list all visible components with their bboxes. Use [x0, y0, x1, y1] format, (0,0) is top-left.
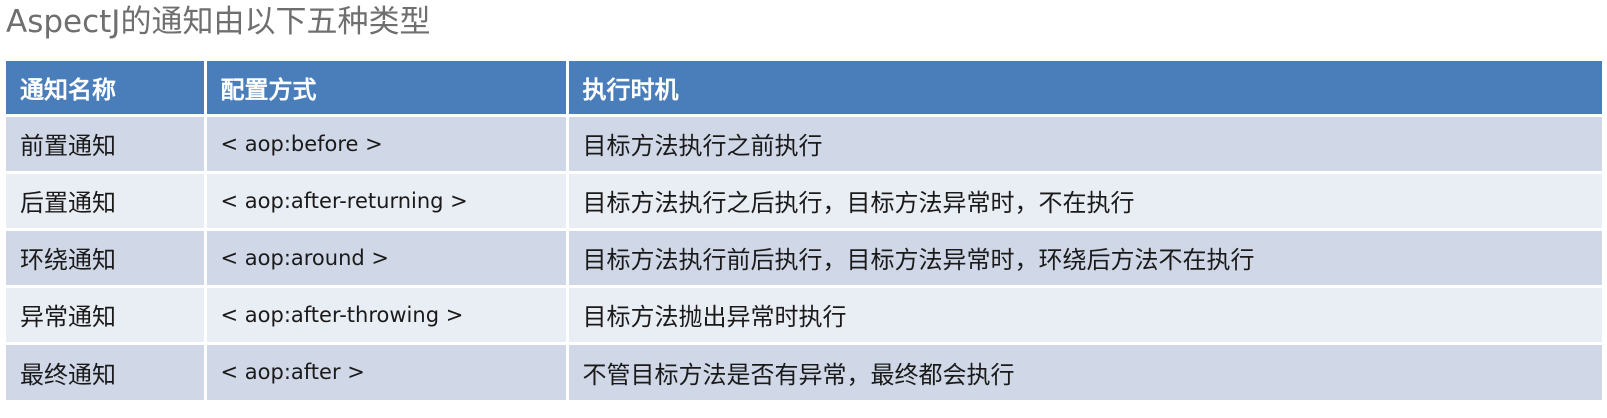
advice-name-cell: 后置通知: [20, 189, 116, 217]
config-cell: < aop:around >: [203, 229, 567, 286]
config-cell: < aop:after-returning >: [203, 172, 567, 229]
table-header-row: 通知名称 配置方式 执行时机: [6, 61, 1602, 115]
advice-name-cell: 环绕通知: [20, 246, 116, 274]
advice-name-cell: 异常通知: [20, 303, 116, 331]
header-advice-name: 通知名称: [20, 75, 116, 104]
header-execution-timing: 执行时机: [565, 61, 1602, 115]
config-cell: < aop:before >: [203, 115, 567, 172]
table-row: 前置通知 < aop:before > 目标方法执行之前执行: [6, 115, 1602, 172]
table-row: 最终通知 < aop:after > 不管目标方法是否有异常，最终都会执行: [6, 343, 1602, 400]
header-config-method: 配置方式: [203, 61, 567, 115]
page-title: AspectJ的通知由以下五种类型: [6, 4, 431, 40]
timing-cell: 不管目标方法是否有异常，最终都会执行: [565, 343, 1602, 400]
timing-cell: 目标方法抛出异常时执行: [565, 286, 1602, 343]
advice-types-table: 通知名称 配置方式 执行时机 前置通知 < aop:before > 目标方法执…: [6, 61, 1602, 400]
table-row: 环绕通知 < aop:around > 目标方法执行前后执行，目标方法异常时，环…: [6, 229, 1602, 286]
table-row: 异常通知 < aop:after-throwing > 目标方法抛出异常时执行: [6, 286, 1602, 343]
config-cell: < aop:after-throwing >: [203, 286, 567, 343]
config-cell: < aop:after >: [203, 343, 567, 400]
timing-cell: 目标方法执行之后执行，目标方法异常时，不在执行: [565, 172, 1602, 229]
timing-cell: 目标方法执行之前执行: [565, 115, 1602, 172]
advice-name-cell: 前置通知: [20, 132, 116, 160]
timing-cell: 目标方法执行前后执行，目标方法异常时，环绕后方法不在执行: [565, 229, 1602, 286]
table-row: 后置通知 < aop:after-returning > 目标方法执行之后执行，…: [6, 172, 1602, 229]
advice-name-cell: 最终通知: [20, 360, 116, 389]
